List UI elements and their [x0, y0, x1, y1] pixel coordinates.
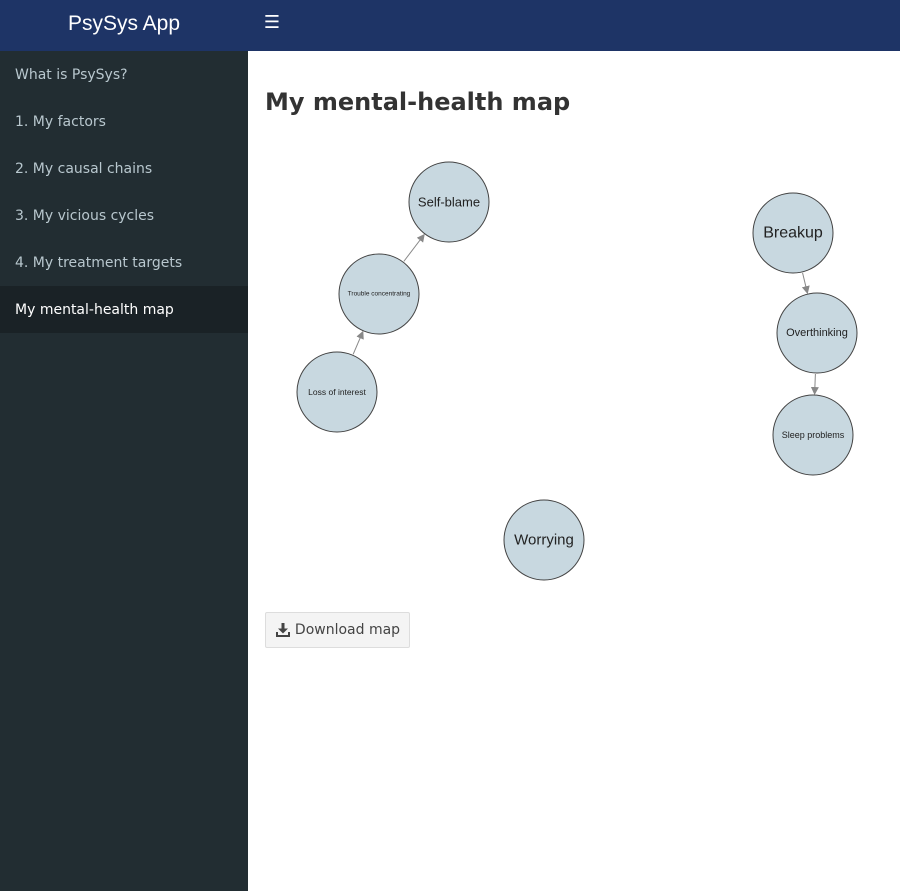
download-icon — [275, 622, 291, 638]
edge-trouble-concentrating-to-self-blame — [403, 233, 425, 262]
hamburger-icon[interactable]: ☰ — [262, 12, 282, 34]
node-trouble-concentrating[interactable]: Trouble concentrating — [338, 253, 420, 335]
node-breakup[interactable]: Breakup — [752, 192, 834, 274]
app-title: PsySys App — [67, 11, 181, 35]
download-map-button[interactable]: Download map — [265, 612, 410, 648]
node-label: Self-blame — [418, 195, 480, 210]
sidebar-item-my-treatment-targets[interactable]: 4. My treatment targets — [0, 239, 248, 286]
sidebar: What is PsySys? 1. My factors 2. My caus… — [0, 51, 248, 891]
node-label: Worrying — [514, 532, 574, 549]
node-sleep-problems[interactable]: Sleep problems — [772, 394, 854, 476]
download-map-label: Download map — [294, 622, 401, 638]
node-label: Sleep problems — [782, 430, 845, 440]
sidebar-item-my-vicious-cycles[interactable]: 3. My vicious cycles — [0, 192, 248, 239]
node-overthinking[interactable]: Overthinking — [776, 292, 858, 374]
mental-health-map: Self-blame Trouble concentrating Loss of i… — [296, 161, 858, 581]
sidebar-item-my-mental-health-map[interactable]: My mental-health map — [0, 286, 248, 333]
node-loss-of-interest[interactable]: Loss of interest — [296, 351, 378, 433]
node-label: Loss of interest — [308, 387, 366, 397]
node-worrying[interactable]: Worrying — [503, 499, 585, 581]
sidebar-item-what-is-psysys[interactable]: What is PsySys? — [0, 51, 248, 98]
node-label: Trouble concentrating — [348, 291, 411, 298]
main-content: My mental-health map Self-blame Trouble c… — [248, 51, 900, 891]
node-label: Overthinking — [786, 327, 848, 339]
edge-loss-of-interest-to-trouble-concentrating — [352, 330, 364, 355]
edge-breakup-to-overthinking — [801, 272, 810, 295]
node-label: Breakup — [763, 225, 823, 242]
node-self-blame[interactable]: Self-blame — [408, 161, 490, 243]
edge-overthinking-to-sleep-problems — [810, 373, 819, 396]
sidebar-item-my-causal-chains[interactable]: 2. My causal chains — [0, 145, 248, 192]
sidebar-item-my-factors[interactable]: 1. My factors — [0, 98, 248, 145]
top-navbar: PsySys App ☰ — [0, 0, 900, 51]
